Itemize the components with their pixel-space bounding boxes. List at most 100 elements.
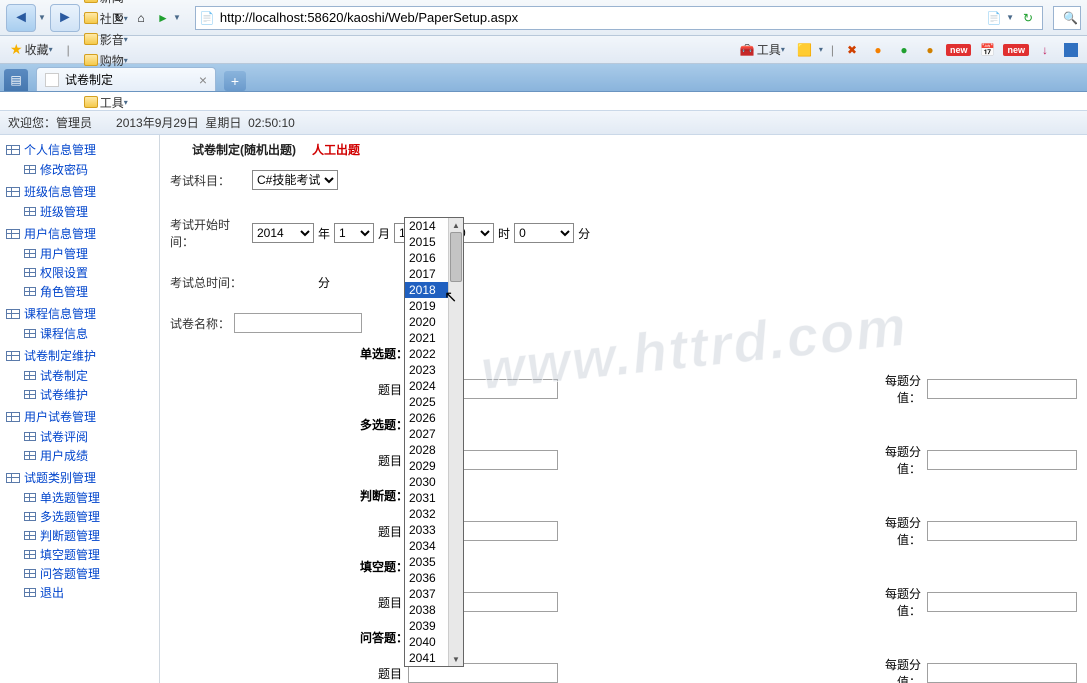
year-option[interactable]: 2024 — [405, 378, 449, 394]
year-option[interactable]: 2036 — [405, 570, 449, 586]
year-option[interactable]: 2028 — [405, 442, 449, 458]
back-history-dropdown[interactable]: ▼ — [38, 13, 46, 22]
grid-icon-small — [24, 588, 36, 597]
year-option[interactable]: 2023 — [405, 362, 449, 378]
tab-list-button[interactable]: ▤ — [4, 69, 28, 91]
year-option[interactable]: 2032 — [405, 506, 449, 522]
nav-item[interactable]: 试卷评阅 — [0, 427, 159, 446]
score-input[interactable] — [927, 521, 1077, 541]
tools-menu[interactable]: 🧰 工具 ▾ — [736, 39, 789, 60]
year-option[interactable]: 2015 — [405, 234, 449, 250]
scroll-down-arrow[interactable]: ▼ — [449, 652, 463, 666]
nav-item[interactable]: 班级管理 — [0, 202, 159, 221]
scroll-up-arrow[interactable]: ▲ — [449, 218, 463, 232]
nav-group-header[interactable]: 试卷制定维护 — [0, 345, 159, 366]
stop-button[interactable]: ► — [153, 8, 173, 28]
year-option[interactable]: 2027 — [405, 426, 449, 442]
extension-icon-7[interactable]: ↓ — [1035, 40, 1055, 60]
year-option[interactable]: 2022 — [405, 346, 449, 362]
score-input[interactable] — [927, 663, 1077, 683]
nav-item[interactable]: 退出 — [0, 583, 159, 602]
year-option[interactable]: 2018 — [405, 282, 449, 298]
year-option[interactable]: 2025 — [405, 394, 449, 410]
bookmark-folder[interactable]: 影音▾ — [80, 29, 132, 50]
nav-item[interactable]: 试卷制定 — [0, 366, 159, 385]
forward-button[interactable]: ► — [50, 4, 80, 32]
refresh-icon[interactable]: ↻ — [1018, 8, 1038, 28]
address-bar[interactable]: 📄 📄 ▼ ↻ — [195, 6, 1043, 30]
new-tab-button[interactable]: + — [224, 71, 246, 91]
favorites-button[interactable]: ★ 收藏 ▾ — [6, 39, 57, 60]
month-select[interactable]: 1 — [334, 223, 374, 243]
extension-icon-1[interactable]: 🟨 — [795, 40, 815, 60]
nav-item[interactable]: 用户管理 — [0, 244, 159, 263]
extension-icon-2[interactable]: ✖ — [842, 40, 862, 60]
nav-group-header[interactable]: 班级信息管理 — [0, 181, 159, 202]
extension-icon-6[interactable]: 📅 — [977, 40, 997, 60]
nav-item[interactable]: 单选题管理 — [0, 488, 159, 507]
nav-item[interactable]: 权限设置 — [0, 263, 159, 282]
back-button[interactable]: ◄ — [6, 4, 36, 32]
nav-item[interactable]: 用户成绩 — [0, 446, 159, 465]
nav-group-header[interactable]: 个人信息管理 — [0, 139, 159, 160]
nav-item[interactable]: 多选题管理 — [0, 507, 159, 526]
year-option[interactable]: 2016 — [405, 250, 449, 266]
nav-item[interactable]: 试卷维护 — [0, 385, 159, 404]
nav-item[interactable]: 问答题管理 — [0, 564, 159, 583]
year-option[interactable]: 2017 — [405, 266, 449, 282]
year-option[interactable]: 2035 — [405, 554, 449, 570]
year-option[interactable]: 2033 — [405, 522, 449, 538]
year-option[interactable]: 2029 — [405, 458, 449, 474]
year-option[interactable]: 2014 — [405, 218, 449, 234]
nav-item[interactable]: 修改密码 — [0, 160, 159, 179]
active-tab[interactable]: 试卷制定 × — [36, 67, 216, 91]
year-select[interactable]: 2014 — [252, 223, 314, 243]
year-option[interactable]: 2031 — [405, 490, 449, 506]
year-option[interactable]: 2040 — [405, 634, 449, 650]
year-option[interactable]: 2019 — [405, 298, 449, 314]
year-option[interactable]: 2030 — [405, 474, 449, 490]
bookmark-folder[interactable]: 新闻▾ — [80, 0, 132, 8]
bookmark-folder[interactable]: 社区▾ — [80, 8, 132, 29]
year-dropdown-list[interactable]: ▲ ▼ 201420152016201720182019202020212022… — [404, 217, 464, 667]
nav-group-header[interactable]: 用户试卷管理 — [0, 406, 159, 427]
url-input[interactable] — [220, 8, 984, 28]
year-option[interactable]: 2021 — [405, 330, 449, 346]
minute-select[interactable]: 0 — [514, 223, 574, 243]
scroll-thumb[interactable] — [450, 232, 462, 282]
nav-item[interactable]: 课程信息 — [0, 324, 159, 343]
search-box[interactable]: 🔍 — [1053, 6, 1081, 30]
year-option[interactable]: 2037 — [405, 586, 449, 602]
nav-group-header[interactable]: 课程信息管理 — [0, 303, 159, 324]
score-input[interactable] — [927, 379, 1077, 399]
new-badge-1[interactable]: new — [946, 44, 972, 56]
compat-view-icon[interactable]: 📄 — [984, 8, 1004, 28]
nav-group-header[interactable]: 试题类别管理 — [0, 467, 159, 488]
year-option[interactable]: 2041 — [405, 650, 449, 666]
subject-select[interactable]: C#技能考试 — [252, 170, 338, 190]
year-option[interactable]: 2020 — [405, 314, 449, 330]
score-input[interactable] — [927, 450, 1077, 470]
year-option[interactable]: 2034 — [405, 538, 449, 554]
year-option[interactable]: 2039 — [405, 618, 449, 634]
paper-name-input[interactable] — [234, 313, 362, 333]
bookmark-folder[interactable]: 工具▾ — [80, 92, 132, 113]
score-input[interactable] — [927, 592, 1077, 612]
extension-icon-8[interactable] — [1061, 40, 1081, 60]
dropdown-scrollbar[interactable]: ▲ ▼ — [448, 218, 463, 666]
nav-item[interactable]: 填空题管理 — [0, 545, 159, 564]
extension-icon-3[interactable]: ● — [868, 40, 888, 60]
nav-group-header[interactable]: 用户信息管理 — [0, 223, 159, 244]
tab-close-button[interactable]: × — [199, 72, 207, 88]
url-dropdown[interactable]: ▼ — [1006, 13, 1014, 22]
manual-mode-link[interactable]: 人工出题 — [312, 141, 360, 158]
nav-item[interactable]: 判断题管理 — [0, 526, 159, 545]
extension-icon-4[interactable]: ● — [894, 40, 914, 60]
year-option[interactable]: 2038 — [405, 602, 449, 618]
home-button[interactable]: ⌂ — [131, 8, 151, 28]
nav-item[interactable]: 角色管理 — [0, 282, 159, 301]
year-option[interactable]: 2026 — [405, 410, 449, 426]
home-dropdown[interactable]: ▼ — [173, 13, 181, 22]
extension-icon-5[interactable]: ● — [920, 40, 940, 60]
new-badge-2[interactable]: new — [1003, 44, 1029, 56]
